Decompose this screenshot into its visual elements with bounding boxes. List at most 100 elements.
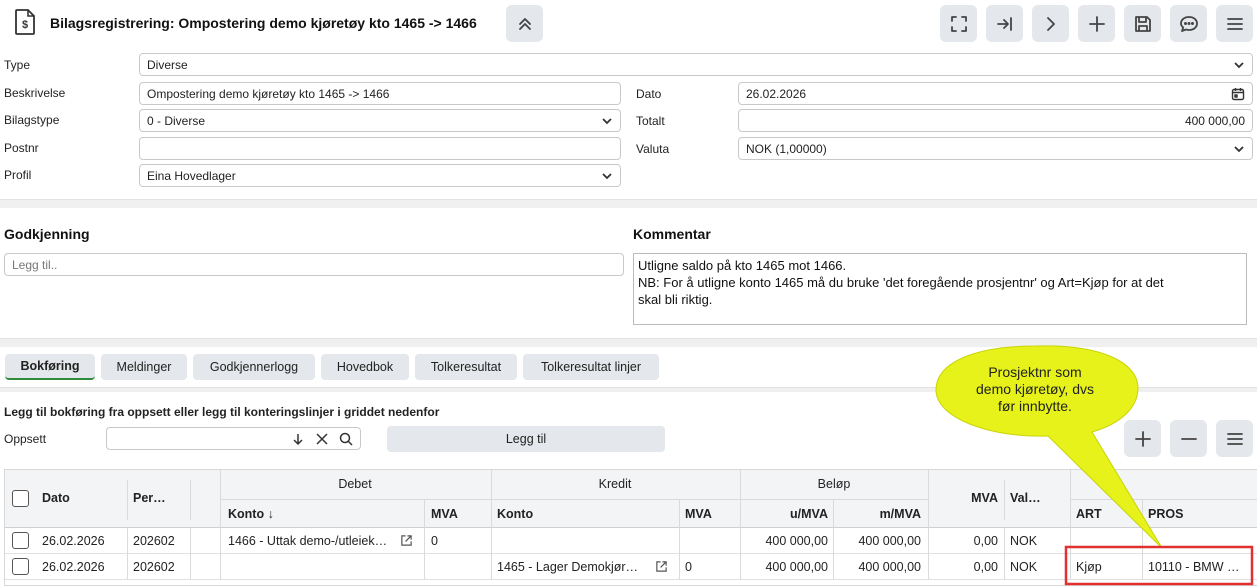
col-val[interactable]: Val… — [1010, 491, 1041, 505]
col-dato[interactable]: Dato — [42, 491, 70, 505]
godkjenning-heading: Godkjenning — [4, 226, 90, 242]
goto-end-button[interactable] — [986, 5, 1023, 42]
col-mva-debet[interactable]: MVA — [431, 507, 458, 521]
col-u-mva[interactable]: u/MVA — [740, 507, 828, 521]
fullscreen-icon — [950, 15, 967, 32]
col-m-mva[interactable]: m/MVA — [833, 507, 921, 521]
chevron-down-icon — [1234, 61, 1244, 68]
hamburger-menu-icon — [1226, 432, 1243, 445]
external-link-icon[interactable] — [400, 534, 413, 547]
col-mva-kredit[interactable]: MVA — [685, 507, 712, 521]
totalt-value: 400 000,00 — [1184, 113, 1245, 128]
table-row[interactable]: 26.02.2026 202602 1465 - Lager Demokjør…… — [5, 554, 1257, 580]
select-all-checkbox[interactable] — [12, 490, 29, 507]
col-konto-kredit[interactable]: Konto — [497, 507, 533, 521]
tab-bokforing[interactable]: Bokføring — [5, 354, 95, 380]
page-header: $ Bilagsregistrering: Ompostering demo k… — [0, 0, 1257, 46]
valuta-select[interactable]: NOK (1,00000) — [738, 137, 1253, 160]
beskrivelse-input[interactable]: Ompostering demo kjøretøy kto 1465 -> 14… — [139, 82, 621, 105]
plus-icon — [1088, 15, 1105, 32]
kommentar-line: skal bli riktig. — [638, 292, 713, 307]
postnr-label: Postnr — [4, 141, 39, 155]
col-per[interactable]: Per… — [133, 491, 166, 505]
collapse-button[interactable] — [506, 5, 543, 42]
cell-pros[interactable]: 10110 - BMW … — [1148, 560, 1248, 574]
kommentar-textarea[interactable]: Utligne saldo på kto 1465 mot 1466. NB: … — [633, 253, 1247, 325]
document-money-icon: $ — [15, 9, 35, 35]
oppsett-select[interactable] — [106, 427, 361, 450]
row-checkbox[interactable] — [12, 558, 29, 575]
legg-til-button[interactable]: Legg til — [387, 426, 665, 452]
cell-u-mva[interactable]: 400 000,00 — [740, 560, 828, 574]
cell-dato[interactable]: 26.02.2026 — [42, 560, 105, 574]
kommentar-line: NB: For å utligne konto 1465 må du bruke… — [638, 275, 1164, 290]
add-row-button[interactable] — [1124, 420, 1161, 457]
cell-m-mva[interactable]: 400 000,00 — [833, 560, 921, 574]
col-konto-debet[interactable]: Konto ↓ — [228, 507, 274, 521]
bilagstype-value: 0 - Diverse — [147, 113, 206, 128]
dato-label: Dato — [636, 87, 662, 101]
tab-meldinger[interactable]: Meldinger — [101, 354, 187, 380]
comments-button[interactable] — [1170, 5, 1207, 42]
chevron-down-icon — [602, 117, 612, 124]
cell-u-mva[interactable]: 400 000,00 — [740, 534, 828, 548]
col-art[interactable]: ART — [1076, 507, 1102, 521]
tab-hovedbok[interactable]: Hovedbok — [321, 354, 409, 380]
cell-val[interactable]: NOK — [1010, 560, 1037, 574]
calendar-icon[interactable] — [1231, 87, 1245, 101]
minus-icon — [1180, 437, 1197, 440]
grid-header: Dato Per… Debet Kredit Beløp Konto ↓ MVA… — [5, 470, 1257, 528]
remove-row-button[interactable] — [1170, 420, 1207, 457]
valuta-value: NOK (1,00000) — [746, 141, 827, 156]
postnr-input[interactable] — [139, 137, 621, 160]
hamburger-menu-icon — [1226, 17, 1243, 30]
table-row[interactable]: 26.02.2026 202602 1466 - Uttak demo-/utl… — [5, 528, 1257, 554]
save-button[interactable] — [1124, 5, 1161, 42]
cell-art[interactable]: Kjøp — [1076, 560, 1102, 574]
menu-button[interactable] — [1216, 5, 1253, 42]
cell-mva[interactable]: 0,00 — [930, 560, 998, 574]
godkjenning-placeholder: Legg til.. — [12, 257, 58, 272]
svg-text:$: $ — [22, 19, 28, 31]
grid-menu-button[interactable] — [1216, 420, 1253, 457]
dato-input[interactable]: 26.02.2026 — [738, 82, 1253, 105]
cell-konto-kredit[interactable]: 1465 - Lager Demokjør… — [497, 560, 653, 574]
cell-m-mva[interactable]: 400 000,00 — [833, 534, 921, 548]
bilagstype-select[interactable]: 0 - Diverse — [139, 109, 621, 132]
search-icon[interactable] — [339, 432, 353, 446]
external-link-icon[interactable] — [655, 560, 668, 573]
add-button[interactable] — [1078, 5, 1115, 42]
cell-mva-debet[interactable]: 0 — [431, 534, 438, 548]
type-value: Diverse — [147, 57, 188, 72]
section-divider — [0, 338, 1257, 347]
cell-konto-debet[interactable]: 1466 - Uttak demo-/utleiek… — [228, 534, 398, 548]
cell-per[interactable]: 202602 — [133, 560, 175, 574]
tab-tolkeresultat[interactable]: Tolkeresultat — [415, 354, 517, 380]
cell-dato[interactable]: 26.02.2026 — [42, 534, 105, 548]
beskrivelse-label: Beskrivelse — [4, 86, 66, 100]
col-pros[interactable]: PROS — [1148, 507, 1183, 521]
bokforing-instruction: Legg til bokføring fra oppsett eller leg… — [4, 405, 440, 419]
tab-godkjennerlogg[interactable]: Godkjennerlogg — [193, 354, 315, 380]
valuta-label: Valuta — [636, 142, 670, 156]
tab-tolkeresultat-linjer[interactable]: Tolkeresultat linjer — [523, 354, 659, 380]
cell-per[interactable]: 202602 — [133, 534, 175, 548]
col-mva[interactable]: MVA — [930, 491, 998, 505]
cell-val[interactable]: NOK — [1010, 534, 1037, 548]
kommentar-heading: Kommentar — [633, 226, 711, 242]
fullscreen-button[interactable] — [940, 5, 977, 42]
cell-mva-kredit[interactable]: 0 — [685, 560, 692, 574]
arrow-down-icon[interactable] — [291, 432, 305, 446]
godkjenning-input[interactable]: Legg til.. — [4, 253, 624, 276]
next-button[interactable] — [1032, 5, 1069, 42]
group-kredit: Kredit — [598, 477, 632, 491]
profil-value: Eina Hovedlager — [147, 168, 236, 183]
cell-mva[interactable]: 0,00 — [930, 534, 998, 548]
profil-select[interactable]: Eina Hovedlager — [139, 164, 621, 187]
totalt-label: Totalt — [636, 114, 665, 128]
type-select[interactable]: Diverse — [139, 53, 1253, 76]
totalt-input[interactable]: 400 000,00 — [738, 109, 1253, 132]
floppy-disk-icon — [1134, 15, 1151, 32]
row-checkbox[interactable] — [12, 532, 29, 549]
clear-icon[interactable] — [315, 432, 329, 446]
